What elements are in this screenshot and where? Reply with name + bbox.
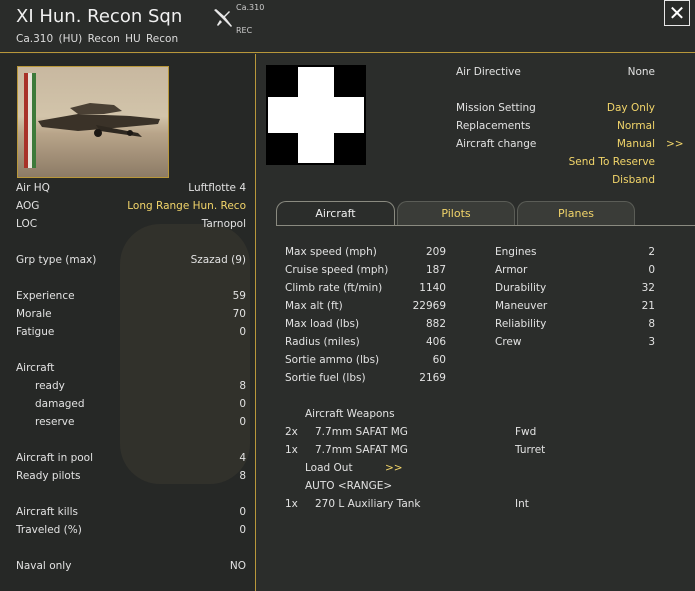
loadout-label: Load Out bbox=[305, 462, 353, 474]
aircraft-pool-row: Aircraft in pool 4 bbox=[16, 452, 246, 464]
cruise-speed-stat: Cruise speed (mph) 187 bbox=[285, 264, 446, 276]
unit-details-panel: Air Directive None Mission Setting Day O… bbox=[257, 54, 695, 591]
weapon-qty: 2x bbox=[285, 426, 298, 438]
engines-stat: Engines 2 bbox=[495, 246, 655, 258]
close-button[interactable]: ✕ bbox=[664, 0, 690, 26]
unit-header: XI Hun. Recon Sqn Ca.310 (HU) Recon HU R… bbox=[0, 0, 695, 53]
fatigue-row: Fatigue 0 bbox=[16, 326, 246, 338]
mission-setting-button[interactable]: Day Only bbox=[607, 102, 655, 114]
aircraft-photo bbox=[17, 66, 169, 178]
morale-row: Morale 70 bbox=[16, 308, 246, 320]
air-directive-value: None bbox=[627, 66, 655, 78]
ready-pilots-row: Ready pilots 8 bbox=[16, 470, 246, 482]
loc-row: LOC Tarnopol bbox=[16, 218, 246, 230]
armor-stat: Armor 0 bbox=[495, 264, 655, 276]
send-to-reserve-button[interactable]: Send To Reserve bbox=[569, 156, 655, 168]
aircraft-icon bbox=[214, 9, 232, 27]
mission-setting-row: Mission Setting Day Only bbox=[456, 102, 655, 114]
air-directive-row: Air Directive None bbox=[456, 66, 655, 78]
crew-stat: Crew 3 bbox=[495, 336, 655, 348]
tab-aircraft[interactable]: Aircraft bbox=[276, 201, 395, 225]
disband-button[interactable]: Disband bbox=[612, 174, 655, 186]
extra-qty: 1x bbox=[285, 498, 298, 510]
sortie-fuel-stat: Sortie fuel (lbs) 2169 bbox=[285, 372, 446, 384]
loadout-mode: AUTO <RANGE> bbox=[305, 480, 393, 492]
loadout-arrow-button[interactable]: >> bbox=[385, 462, 403, 474]
sortie-ammo-stat: Sortie ammo (lbs) 60 bbox=[285, 354, 446, 366]
climb-rate-stat: Climb rate (ft/min) 1140 bbox=[285, 282, 446, 294]
air-hq-value: Luftflotte 4 bbox=[188, 182, 246, 194]
max-load-stat: Max load (lbs) 882 bbox=[285, 318, 446, 330]
experience-row: Experience 59 bbox=[16, 290, 246, 302]
weapon-position: Fwd bbox=[515, 426, 537, 438]
aircraft-heading-row: Aircraft bbox=[16, 362, 55, 374]
weapon-qty: 1x bbox=[285, 444, 298, 456]
group-type-row: Grp type (max) Szazad (9) bbox=[16, 254, 246, 266]
traveled-row: Traveled (%) 0 bbox=[16, 524, 246, 536]
aircraft-ready-row: ready 8 bbox=[35, 380, 246, 392]
unit-subtitle: Ca.310 (HU) Recon HU Recon bbox=[16, 33, 179, 45]
unit-info-panel: Air HQ Luftflotte 4 AOG Long Range Hun. … bbox=[0, 54, 256, 591]
balkenkreuz-insignia bbox=[266, 65, 366, 165]
aog-link[interactable]: Long Range Hun. Reco bbox=[127, 200, 246, 212]
weapon-position: Turret bbox=[515, 444, 546, 456]
air-hq-row: Air HQ Luftflotte 4 bbox=[16, 182, 246, 194]
tab-planes[interactable]: Planes bbox=[517, 201, 635, 225]
aircraft-change-arrow-button[interactable]: >> bbox=[666, 138, 684, 150]
naval-only-row: Naval only NO bbox=[16, 560, 246, 572]
maneuver-stat: Maneuver 21 bbox=[495, 300, 655, 312]
max-speed-stat: Max speed (mph) 209 bbox=[285, 246, 446, 258]
aircraft-damaged-row: damaged 0 bbox=[35, 398, 246, 410]
aircraft-type-label: Ca.310 bbox=[236, 3, 265, 12]
reliability-stat: Reliability 8 bbox=[495, 318, 655, 330]
weapon-name: 7.7mm SAFAT MG bbox=[315, 444, 408, 456]
aircraft-reserve-row: reserve 0 bbox=[35, 416, 246, 428]
aircraft-change-button[interactable]: Manual bbox=[617, 138, 655, 150]
aog-row: AOG Long Range Hun. Reco bbox=[16, 200, 246, 212]
weapon-name: 7.7mm SAFAT MG bbox=[315, 426, 408, 438]
aircraft-kills-row: Aircraft kills 0 bbox=[16, 506, 246, 518]
weapons-heading: Aircraft Weapons bbox=[305, 408, 395, 420]
aircraft-change-row: Aircraft change Manual bbox=[456, 138, 655, 150]
unit-title: XI Hun. Recon Sqn bbox=[16, 6, 183, 27]
replacements-button[interactable]: Normal bbox=[617, 120, 655, 132]
tab-pilots[interactable]: Pilots bbox=[397, 201, 515, 225]
max-alt-stat: Max alt (ft) 22969 bbox=[285, 300, 446, 312]
aircraft-role-label: REC bbox=[236, 26, 253, 35]
close-icon: ✕ bbox=[668, 1, 686, 25]
aircraft-tab-content: Max speed (mph) 209 Cruise speed (mph) 1… bbox=[276, 225, 695, 591]
extra-name: 270 L Auxiliary Tank bbox=[315, 498, 421, 510]
durability-stat: Durability 32 bbox=[495, 282, 655, 294]
extra-position: Int bbox=[515, 498, 529, 510]
replacements-row: Replacements Normal bbox=[456, 120, 655, 132]
radius-stat: Radius (miles) 406 bbox=[285, 336, 446, 348]
